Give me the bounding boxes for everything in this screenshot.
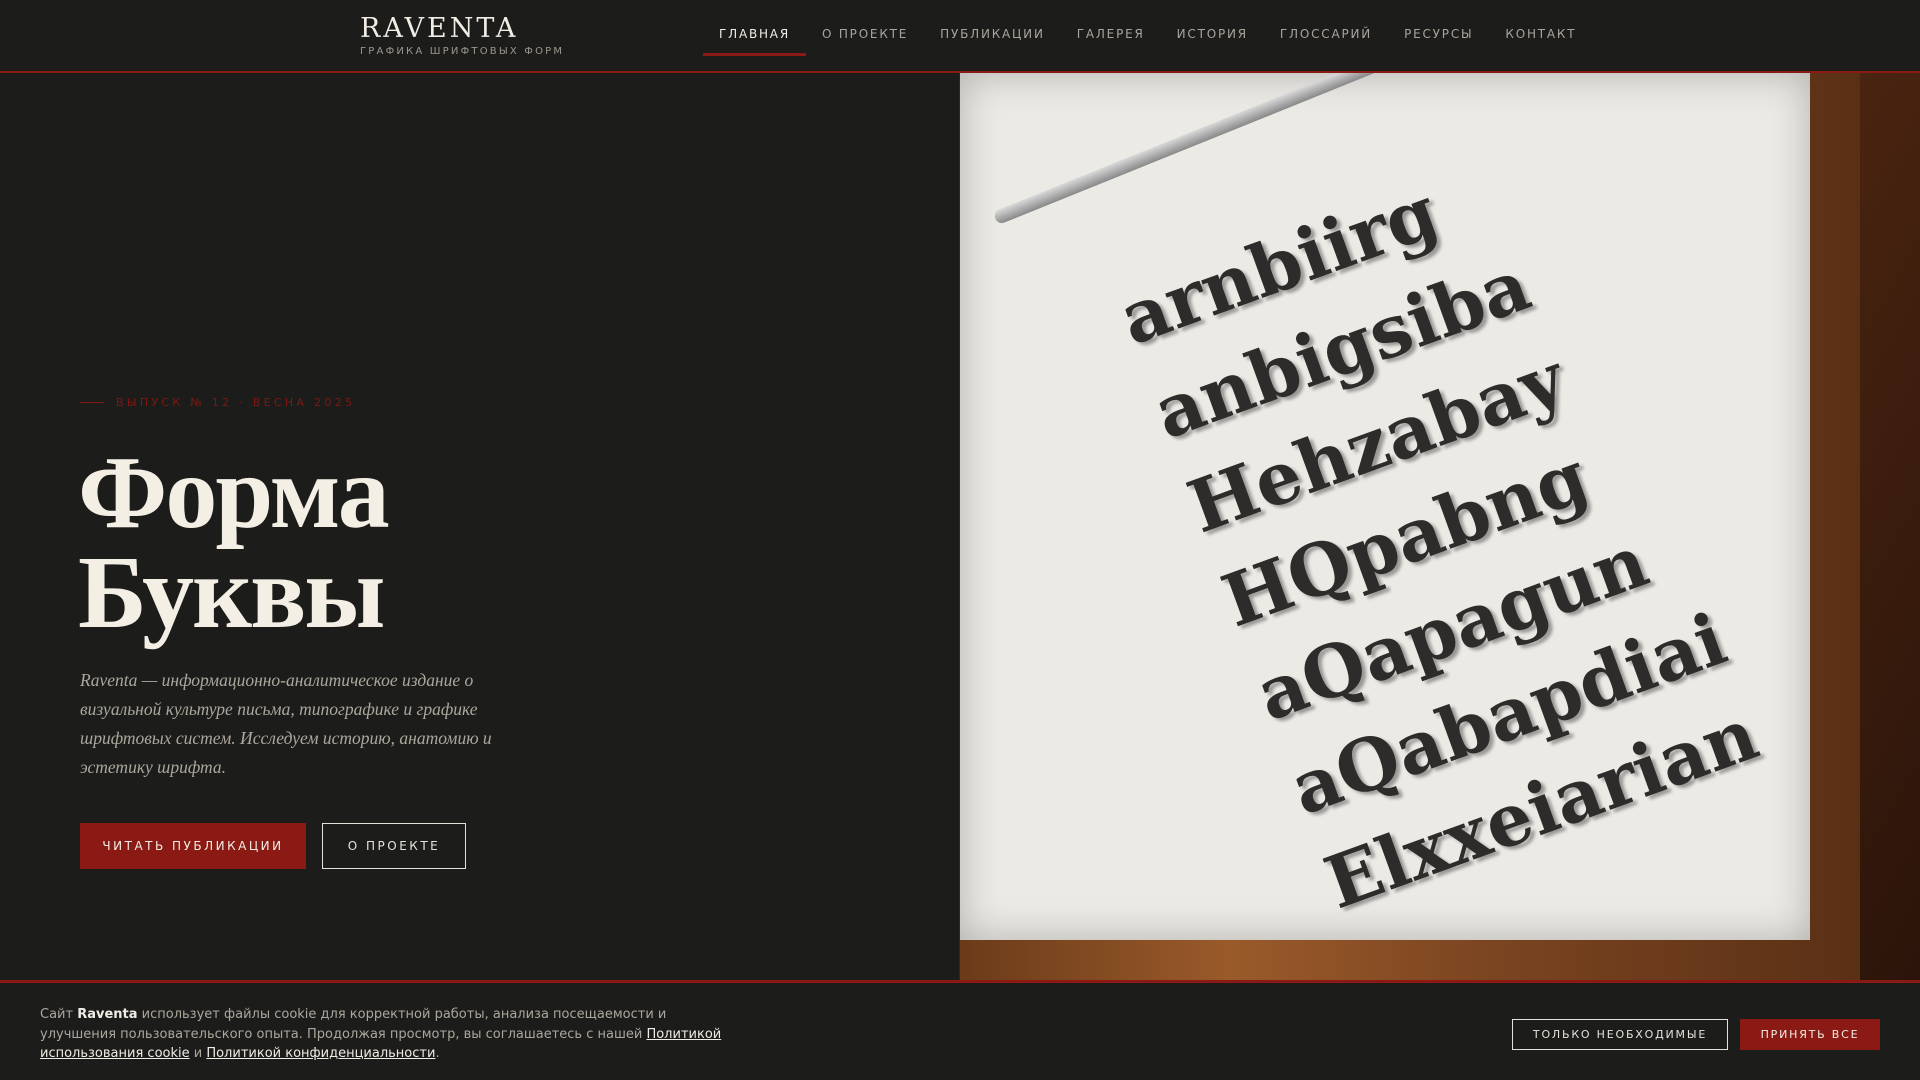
cookie-text-part: . — [435, 1046, 440, 1061]
nav-item-home[interactable]: ГЛАВНАЯ — [703, 0, 806, 71]
main-nav: ГЛАВНАЯ О ПРОЕКТЕ ПУБЛИКАЦИИ ГАЛЕРЕЯ ИСТ… — [703, 0, 1592, 71]
nav-item-history[interactable]: ИСТОРИЯ — [1161, 0, 1264, 71]
eyebrow-divider — [80, 402, 104, 403]
nav-item-glossary[interactable]: ГЛОССАРИЙ — [1264, 0, 1388, 71]
cookie-banner: Сайт Raventa использует файлы cookie для… — [0, 980, 1920, 1080]
nav-item-about[interactable]: О ПРОЕКТЕ — [806, 0, 924, 71]
read-publications-button[interactable]: ЧИТАТЬ ПУБЛИКАЦИИ — [80, 823, 306, 869]
cookie-text: Сайт Raventa использует файлы cookie для… — [40, 1005, 740, 1064]
privacy-policy-link[interactable]: Политикой конфиденциальности — [206, 1046, 435, 1061]
hero-lead: Raventa — информационно-аналитическое из… — [80, 670, 492, 777]
about-project-button[interactable]: О ПРОЕКТЕ — [322, 823, 466, 869]
hero-title-line1: Форма — [78, 435, 390, 550]
hero-title: Форма Буквы — [78, 435, 390, 650]
accept-all-button[interactable]: ПРИНЯТЬ ВСЕ — [1740, 1019, 1880, 1050]
cookie-text-part: Сайт — [40, 1007, 78, 1022]
logo-subtitle: ГРАФИКА ШРИФТОВЫХ ФОРМ — [360, 46, 565, 57]
nav-item-contact[interactable]: КОНТАКТ — [1489, 0, 1592, 71]
cookie-brand: Raventa — [77, 1007, 138, 1022]
hero-section: ВЫПУСК № 12 · ВЕСНА 2025 Форма Буквы Rav… — [0, 73, 960, 980]
cookie-text-part: и — [189, 1046, 207, 1061]
hero-title-line2: Буквы — [78, 535, 385, 650]
logo-title: RAVENTA — [360, 13, 519, 44]
hero-photo-letter-drawer: arnbiirg anbigsiba Hehzabay HQpabng aQap… — [960, 73, 1920, 980]
site-header: RAVENTA ГРАФИКА ШРИФТОВЫХ ФОРМ ГЛАВНАЯ О… — [0, 0, 1920, 73]
issue-label: ВЫПУСК № 12 · ВЕСНА 2025 — [116, 396, 356, 409]
nav-item-resources[interactable]: РЕСУРСЫ — [1388, 0, 1489, 71]
nav-item-gallery[interactable]: ГАЛЕРЕЯ — [1061, 0, 1161, 71]
necessary-only-button[interactable]: ТОЛЬКО НЕОБХОДИМЫЕ — [1512, 1019, 1728, 1050]
logo[interactable]: RAVENTA ГРАФИКА ШРИФТОВЫХ ФОРМ — [360, 13, 564, 57]
issue-eyebrow: ВЫПУСК № 12 · ВЕСНА 2025 — [80, 396, 355, 409]
nav-item-publications[interactable]: ПУБЛИКАЦИИ — [924, 0, 1061, 71]
